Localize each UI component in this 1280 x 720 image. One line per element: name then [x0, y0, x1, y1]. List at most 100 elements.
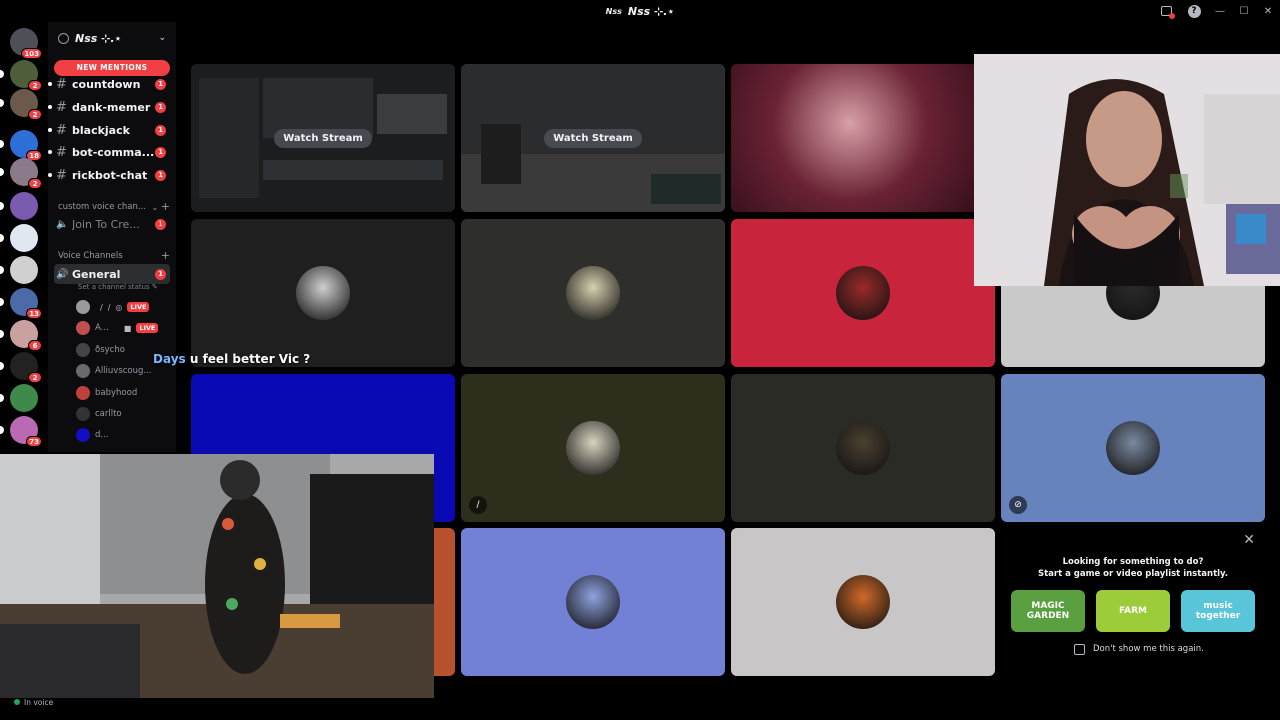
avatar	[836, 266, 890, 320]
mention-badge: 1	[155, 101, 166, 113]
channel-label: bot-comma...	[72, 145, 155, 159]
server-icon-4[interactable]: 18	[0, 130, 42, 161]
dont-show-checkbox[interactable]	[1074, 644, 1085, 655]
participant-tile[interactable]: ⊘	[1001, 374, 1265, 522]
channel-status-prompt[interactable]: Set a channel status ✎	[78, 283, 158, 291]
activity-prompt: Looking for something to do? Start a gam…	[1001, 556, 1265, 580]
mention-badge: 1	[155, 124, 166, 136]
voice-user[interactable]: Alliuvscoug...	[76, 362, 152, 380]
server-icon-7[interactable]	[0, 224, 38, 252]
channel-blackjack[interactable]: # blackjack 1	[48, 120, 170, 140]
server-icon-2[interactable]: 2	[0, 60, 42, 91]
boost-icon	[58, 32, 69, 44]
channel-bot-commands[interactable]: # bot-comma... 1	[48, 142, 170, 162]
participant-tile[interactable]: ∕	[461, 374, 725, 522]
avatar	[76, 407, 90, 421]
participant-tile[interactable]	[731, 528, 995, 676]
server-icon-3[interactable]: 2	[0, 89, 42, 120]
inbox-button[interactable]	[1152, 0, 1180, 22]
server-header[interactable]: Nss ⊹.⋆ ⌄	[48, 22, 176, 54]
server-icon-6[interactable]	[0, 192, 38, 220]
channel-rickbot-chat[interactable]: # rickbot-chat 1	[48, 165, 170, 185]
pencil-icon: ✎	[151, 283, 158, 291]
user-panel: In voice	[14, 694, 53, 710]
mention-badge: 2	[28, 80, 42, 91]
dont-show-label: Don't show me this again.	[1093, 644, 1204, 654]
voice-user[interactable]: A... ■ LIVE	[76, 319, 159, 337]
deafened-icon: ∕	[107, 302, 111, 312]
category-custom-voice[interactable]: custom voice chan... ⌄ +	[58, 200, 170, 213]
channel-countdown[interactable]: # countdown 1	[48, 74, 170, 94]
plus-icon[interactable]: +	[161, 249, 170, 262]
voice-user[interactable]: ∕ ∕ ◎ LIVE	[76, 298, 150, 316]
maximize-button[interactable]: ☐	[1232, 0, 1256, 22]
participant-tile[interactable]	[731, 219, 995, 367]
voice-user-name: babyhood	[95, 388, 138, 398]
mention-badge: 1	[155, 268, 166, 280]
caption-text: u feel better Vic ?	[189, 352, 311, 366]
stream-tile[interactable]: Watch Stream	[191, 64, 455, 212]
voice-user[interactable]: babyhood	[76, 384, 137, 402]
watch-stream-button[interactable]: Watch Stream	[544, 128, 642, 148]
channel-dank-memer[interactable]: # dank-memer 1	[48, 97, 170, 117]
stream-tile[interactable]: Watch Stream	[461, 64, 725, 212]
popout-camera-feed[interactable]	[974, 54, 1280, 286]
participant-tile[interactable]	[461, 219, 725, 367]
avatar	[1106, 421, 1160, 475]
category-label: Voice Channels	[58, 250, 123, 261]
unread-pill	[0, 362, 4, 370]
mic-muted-icon: ∕	[100, 302, 103, 312]
activity-farm[interactable]: FARM	[1096, 590, 1170, 632]
avatar	[76, 386, 90, 400]
unread-indicator	[48, 150, 52, 154]
avatar	[566, 575, 620, 629]
avatar	[76, 364, 90, 378]
participant-tile[interactable]	[191, 219, 455, 367]
activity-music-together[interactable]: music together	[1181, 590, 1255, 632]
voice-user[interactable]: d...	[76, 426, 109, 444]
server-icon-10[interactable]: 6	[0, 320, 42, 351]
minimize-button[interactable]: —	[1208, 0, 1232, 22]
camera-icon: ■	[123, 323, 132, 333]
server-icon-1[interactable]: 103	[10, 28, 42, 59]
voice-user-name: ðsycho	[95, 345, 125, 355]
help-button[interactable]: ?	[1180, 0, 1208, 22]
mention-badge: 2	[28, 178, 42, 189]
server-icon-12[interactable]	[0, 384, 38, 412]
server-icon-5[interactable]: 2	[0, 158, 42, 189]
window-title: Nss Nss ⊹.⋆	[606, 5, 675, 18]
watch-stream-button[interactable]: Watch Stream	[274, 128, 372, 148]
server-icon-13[interactable]: 73	[0, 416, 42, 447]
title-bar: Nss Nss ⊹.⋆ ? — ☐ ✕	[0, 0, 1280, 22]
status-dot	[14, 699, 20, 705]
channel-label: General	[72, 267, 121, 281]
avatar	[76, 300, 90, 314]
live-badge: LIVE	[127, 302, 150, 312]
preview-block	[199, 78, 259, 198]
participant-tile[interactable]	[731, 64, 995, 212]
server-avatar	[10, 384, 38, 412]
participant-tile[interactable]	[461, 528, 725, 676]
voice-user-name: d...	[95, 430, 109, 440]
channel-join-to-create[interactable]: 🔈 Join To Cre... 1	[54, 214, 170, 234]
mic-muted-icon: ∕	[469, 496, 487, 514]
close-icon[interactable]: ✕	[1243, 532, 1255, 548]
participant-tile[interactable]	[731, 374, 995, 522]
voice-user[interactable]: carllto	[76, 405, 122, 423]
unread-pill	[0, 202, 4, 210]
hash-icon: #	[56, 167, 67, 183]
avatar	[836, 421, 890, 475]
close-window-button[interactable]: ✕	[1256, 0, 1280, 22]
streamer-camera-feed[interactable]	[0, 454, 434, 698]
activity-magic-garden[interactable]: MAGIC GARDEN	[1011, 590, 1085, 632]
channel-label: rickbot-chat	[72, 168, 148, 182]
channel-general[interactable]: 🔊 General 1	[54, 264, 170, 284]
unread-pill	[0, 330, 4, 338]
server-icon-9[interactable]: 13	[0, 288, 42, 319]
voice-user[interactable]: ðsycho	[76, 341, 125, 359]
server-icon-11[interactable]: 2	[0, 352, 42, 383]
camera-image	[0, 454, 434, 698]
server-icon-8[interactable]	[0, 256, 38, 284]
category-voice-channels[interactable]: Voice Channels +	[58, 249, 170, 262]
speaker-icon: 🔊	[56, 268, 69, 280]
